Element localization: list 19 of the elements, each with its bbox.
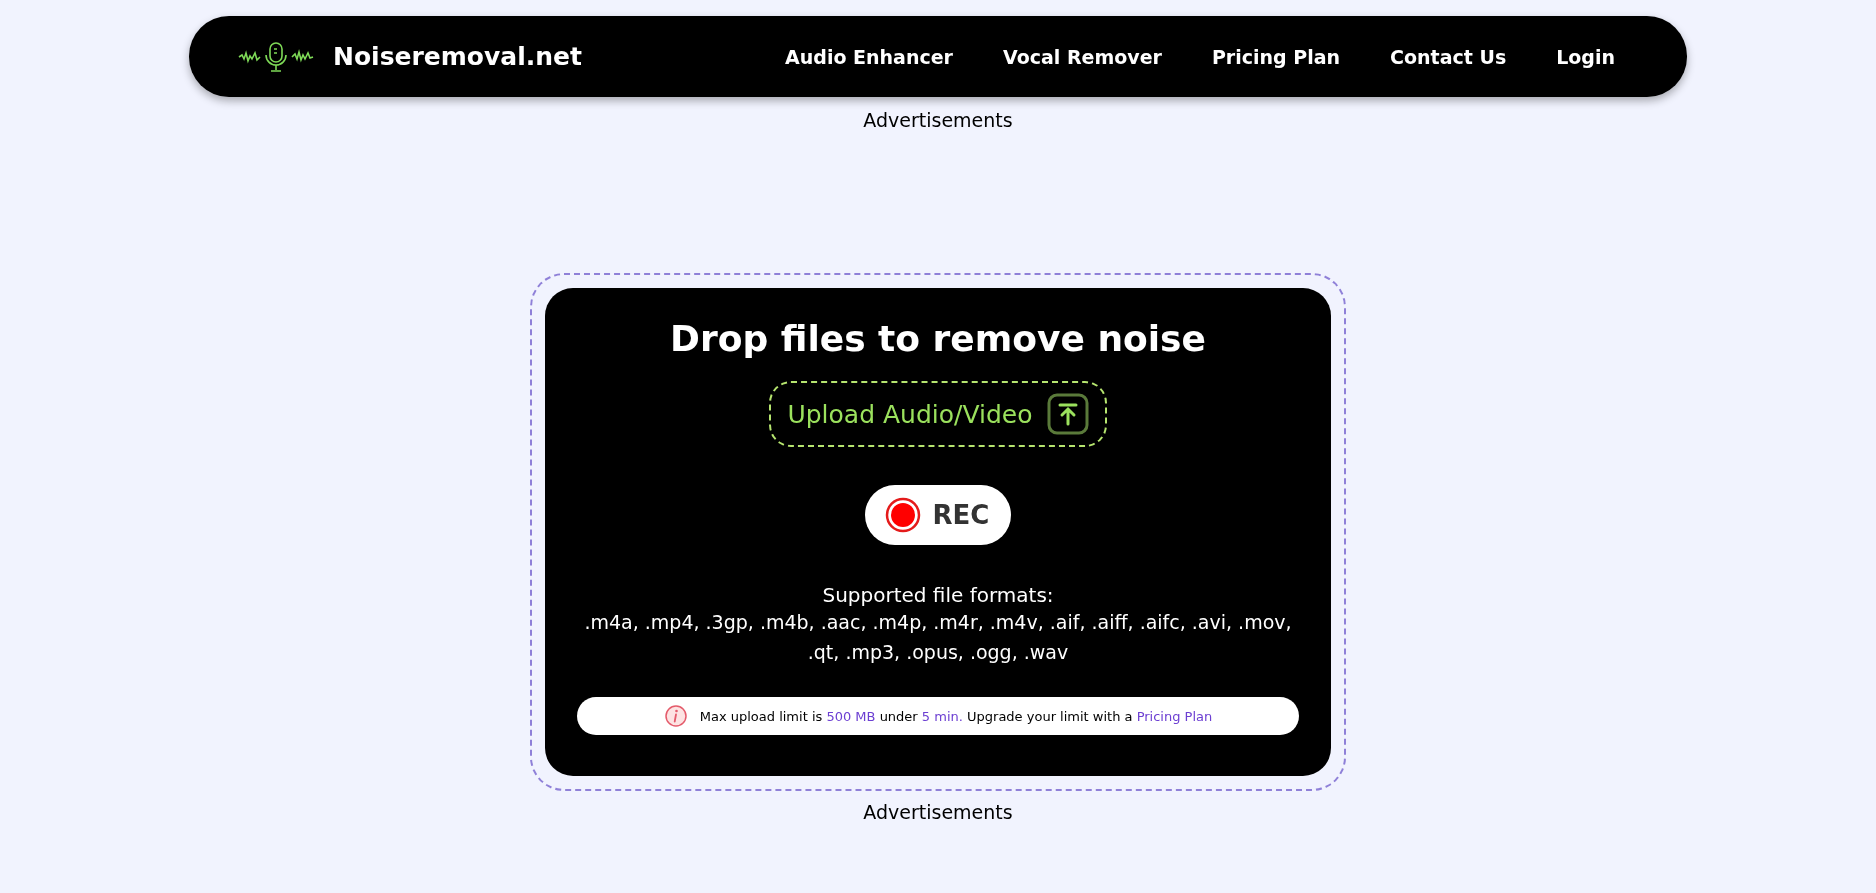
record-icon — [884, 497, 921, 533]
nav-link[interactable]: Vocal Remover — [1003, 45, 1162, 68]
upload-limit-text: Max upload limit is 500 MB under 5 min. Upgrade your limit with a Pricing Plan — [699, 708, 1213, 724]
info-icon — [663, 704, 688, 728]
pricing-plan-link[interactable]: Pricing Plan — [1136, 708, 1213, 724]
upload-button[interactable]: Upload Audio/Video — [769, 381, 1107, 447]
formats-label: Supported file formats: — [822, 583, 1054, 607]
upload-title: Drop files to remove noise — [670, 318, 1206, 359]
formats-list: .m4a, .mp4, .3gp, .m4b, .aac, .m4p, .m4r, .m4v, .aif, .aiff, .aifc, .avi, .mov, .qt, .mp3, .opus, .ogg, .wav — [568, 607, 1308, 667]
advertisements-label: Advertisements — [863, 109, 1013, 131]
nav-link[interactable]: Audio Enhancer — [785, 45, 953, 68]
nav-link[interactable]: Login — [1556, 45, 1615, 68]
site-name[interactable]: Noiseremoval.net — [333, 42, 582, 71]
advertisements-label: Advertisements — [863, 801, 1013, 823]
nav-link[interactable]: Pricing Plan — [1211, 45, 1341, 68]
microphone-wave-icon — [237, 39, 315, 74]
nav-link[interactable]: Contact Us — [1390, 45, 1507, 68]
record-button[interactable]: REC — [864, 485, 1012, 545]
upload-icon — [1046, 393, 1089, 435]
